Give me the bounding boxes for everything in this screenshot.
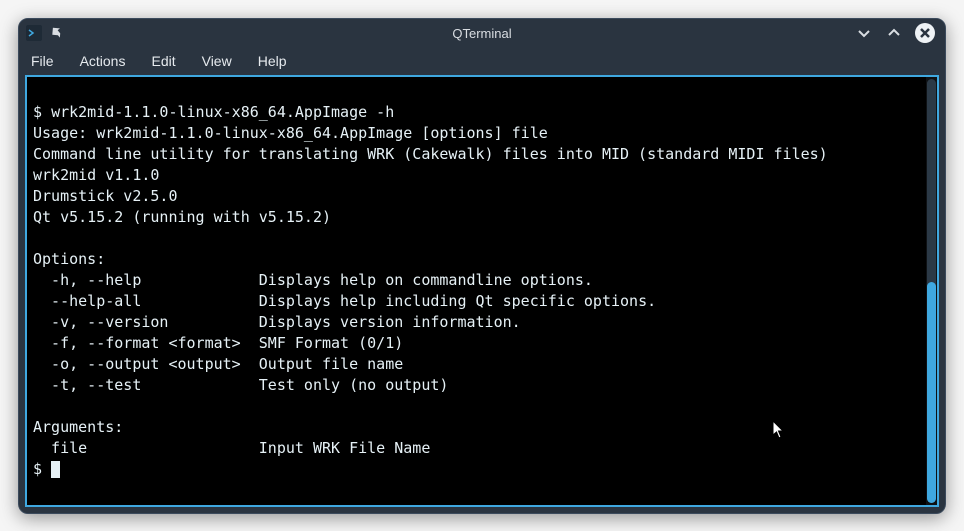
output-desc: Command line utility for translating WRK… (33, 145, 828, 163)
option-row: -o, --output <output> Output file name (33, 355, 403, 373)
menu-actions[interactable]: Actions (80, 53, 126, 69)
close-button[interactable] (915, 23, 935, 43)
prompt: $ (33, 460, 42, 478)
scrollbar-thumb[interactable] (927, 282, 936, 503)
option-row: -f, --format <format> SMF Format (0/1) (33, 334, 403, 352)
arguments-header: Arguments: (33, 418, 123, 436)
output-ver1: wrk2mid v1.1.0 (33, 166, 159, 184)
command-text: wrk2mid-1.1.0-linux-x86_64.AppImage -h (51, 103, 394, 121)
option-row: -h, --help Displays help on commandline … (33, 271, 593, 289)
maximize-button[interactable] (885, 24, 903, 42)
minimize-button[interactable] (855, 24, 873, 42)
terminal-area: $ wrk2mid-1.1.0-linux-x86_64.AppImage -h… (25, 75, 939, 507)
menu-help[interactable]: Help (258, 53, 287, 69)
output-ver3: Qt v5.15.2 (running with v5.15.2) (33, 208, 331, 226)
scrollbar[interactable] (926, 77, 937, 505)
option-row: -t, --test Test only (no output) (33, 376, 448, 394)
menu-view[interactable]: View (202, 53, 232, 69)
menu-file[interactable]: File (31, 53, 54, 69)
window-title: QTerminal (115, 26, 849, 41)
menubar: File Actions Edit View Help (19, 48, 945, 75)
titlebar[interactable]: QTerminal (19, 19, 945, 48)
pin-icon[interactable] (47, 24, 65, 42)
cursor (51, 461, 60, 478)
argument-row: file Input WRK File Name (33, 439, 430, 457)
output-ver2: Drumstick v2.5.0 (33, 187, 178, 205)
options-header: Options: (33, 250, 105, 268)
app-icon (25, 24, 43, 42)
app-window: QTerminal File Actions Edit View Help $ … (18, 18, 946, 514)
terminal[interactable]: $ wrk2mid-1.1.0-linux-x86_64.AppImage -h… (27, 77, 926, 505)
output-usage: Usage: wrk2mid-1.1.0-linux-x86_64.AppIma… (33, 124, 548, 142)
option-row: -v, --version Displays version informati… (33, 313, 521, 331)
option-row: --help-all Displays help including Qt sp… (33, 292, 656, 310)
prompt: $ (33, 103, 42, 121)
menu-edit[interactable]: Edit (151, 53, 175, 69)
